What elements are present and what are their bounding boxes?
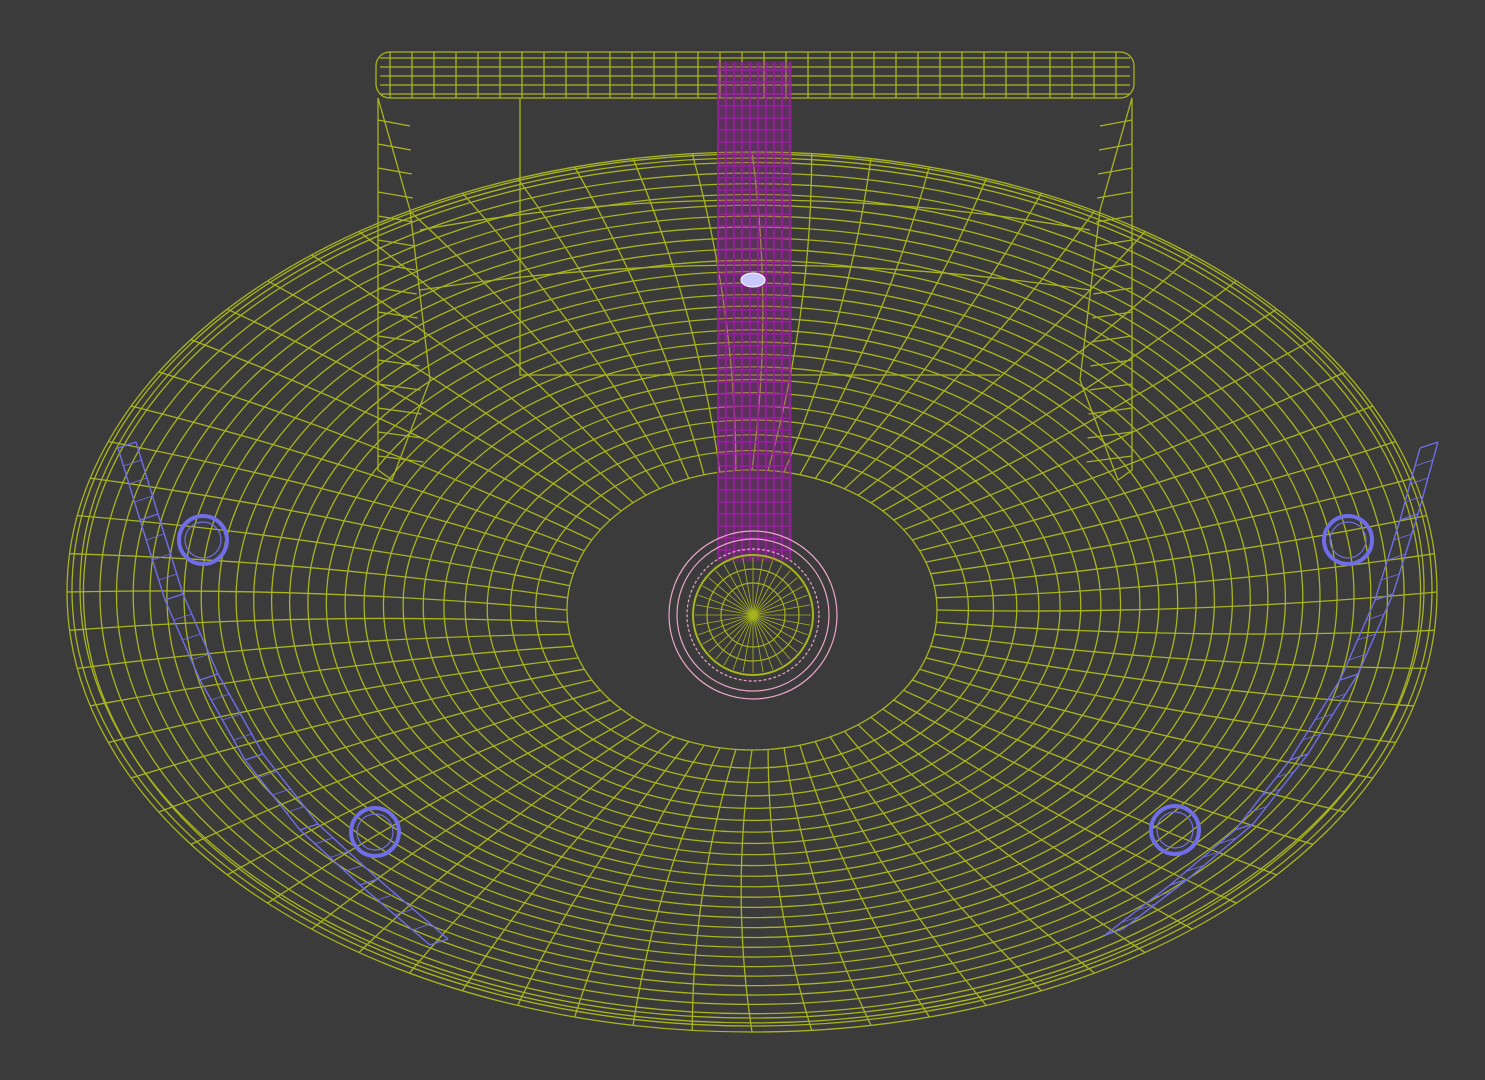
wireframe-scene[interactable] (0, 0, 1485, 1080)
faucet-spout-wireframe[interactable] (717, 62, 792, 562)
3d-viewport[interactable] (0, 0, 1485, 1080)
towel-rail-left-wireframe[interactable] (117, 441, 449, 946)
